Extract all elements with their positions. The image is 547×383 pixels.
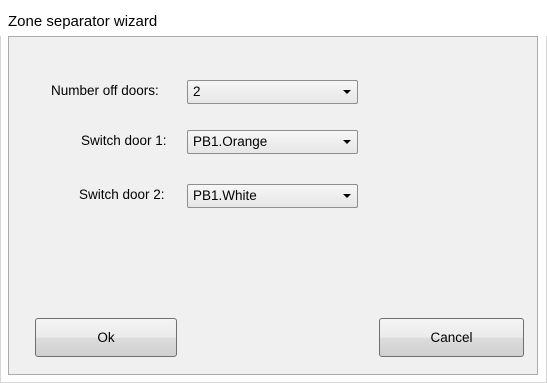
- chevron-down-icon: [343, 140, 351, 144]
- dialog-client-area: Number off doors: 2 Switch door 1: PB1.O…: [8, 36, 538, 375]
- window-border-left: [0, 0, 1, 383]
- switch-door-1-value: PB1.Orange: [193, 134, 268, 149]
- wizard-window: Zone separator wizard Number off doors: …: [0, 0, 547, 383]
- switch-door-2-label: Switch door 2:: [79, 187, 165, 202]
- chevron-down-icon: [343, 90, 351, 94]
- switch-door-1-label: Switch door 1:: [81, 133, 167, 148]
- switch-door-2-value: PB1.White: [193, 188, 257, 203]
- number-of-doors-dropdown[interactable]: 2: [187, 80, 358, 104]
- switch-door-1-dropdown[interactable]: PB1.Orange: [187, 130, 358, 154]
- ok-button[interactable]: Ok: [35, 318, 177, 357]
- chevron-down-icon: [343, 194, 351, 198]
- number-of-doors-label: Number off doors:: [51, 83, 159, 98]
- switch-door-2-dropdown[interactable]: PB1.White: [187, 184, 358, 208]
- cancel-button[interactable]: Cancel: [379, 318, 524, 357]
- number-of-doors-value: 2: [193, 84, 201, 99]
- window-title: Zone separator wizard: [8, 13, 158, 30]
- title-bar[interactable]: Zone separator wizard: [0, 0, 547, 36]
